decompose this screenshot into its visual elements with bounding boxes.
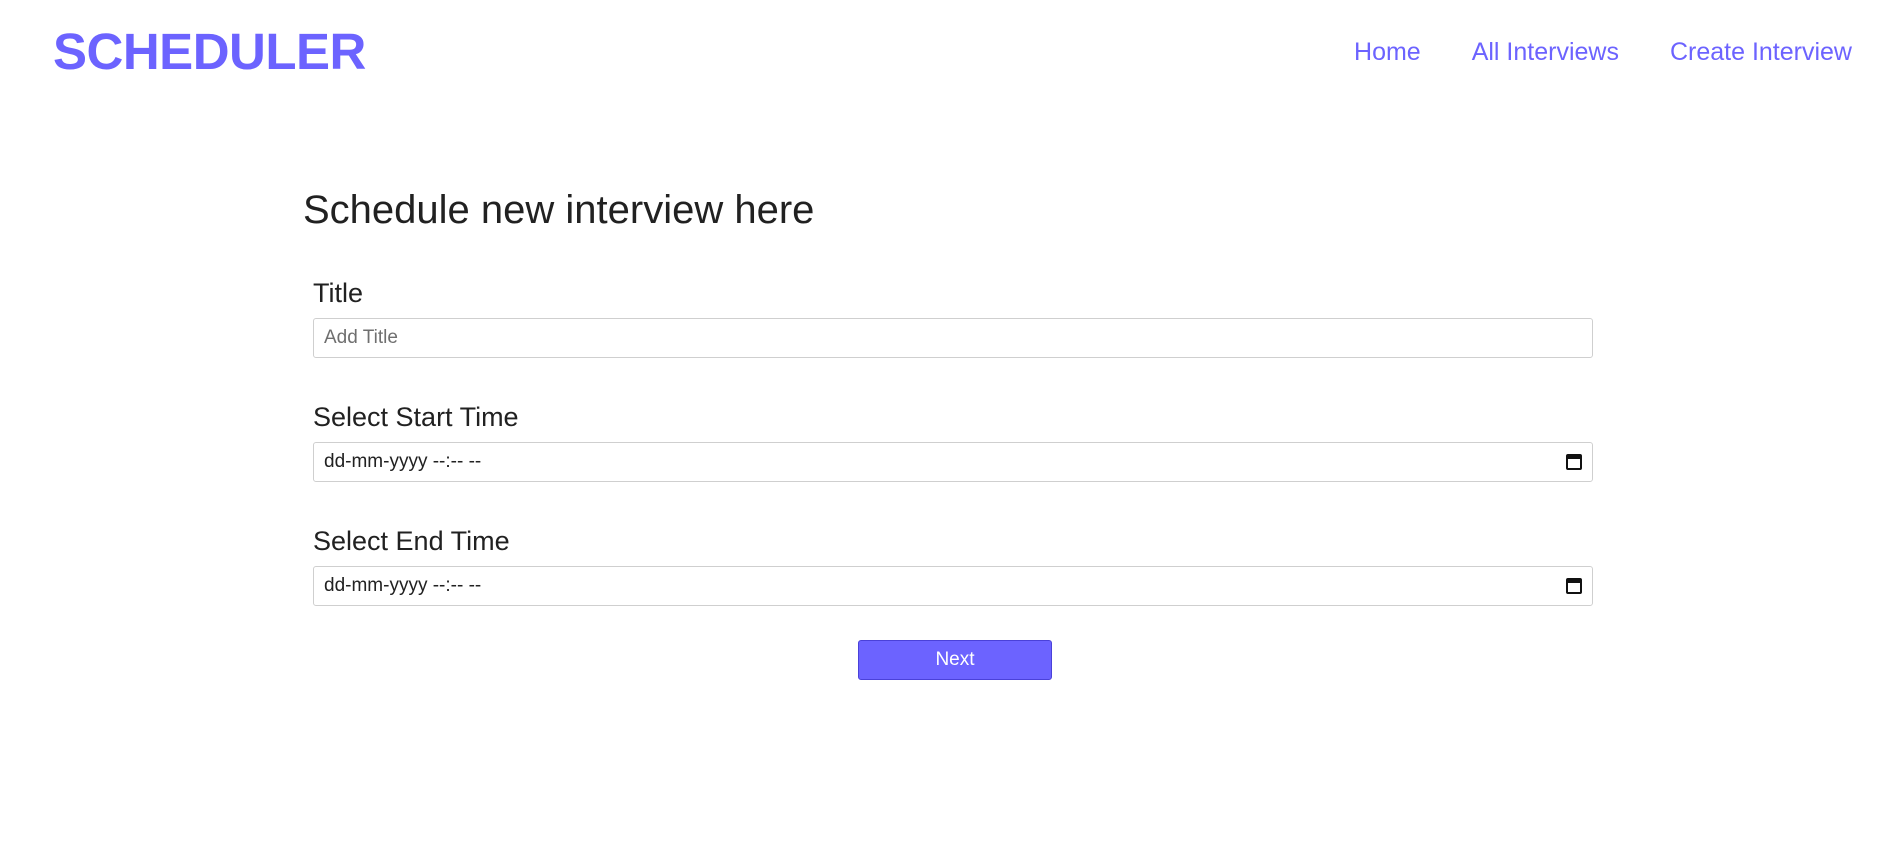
next-button[interactable]: Next	[858, 640, 1052, 680]
start-time-input[interactable]: dd-mm-yyyy --:-- --	[313, 442, 1593, 482]
navbar: SCHEDULER Home All Interviews Create Int…	[0, 0, 1899, 104]
start-time-value: dd-mm-yyyy --:-- --	[324, 451, 482, 472]
calendar-icon[interactable]	[1566, 578, 1582, 594]
title-field-group: Title	[313, 276, 1593, 358]
end-time-field-group: Select End Time dd-mm-yyyy --:-- --	[313, 524, 1593, 606]
calendar-icon[interactable]	[1566, 454, 1582, 470]
end-time-label: Select End Time	[313, 526, 510, 556]
end-time-value: dd-mm-yyyy --:-- --	[324, 575, 482, 596]
nav-link-home[interactable]: Home	[1354, 36, 1421, 68]
start-time-label: Select Start Time	[313, 402, 519, 432]
start-time-field-group: Select Start Time dd-mm-yyyy --:-- --	[313, 400, 1593, 482]
nav-link-create-interview[interactable]: Create Interview	[1670, 36, 1852, 68]
schedule-form: Schedule new interview here Title Select…	[303, 180, 1593, 680]
nav-link-all-interviews[interactable]: All Interviews	[1472, 36, 1619, 68]
end-time-input[interactable]: dd-mm-yyyy --:-- --	[313, 566, 1593, 606]
title-input[interactable]	[324, 327, 1582, 349]
title-input-box[interactable]	[313, 318, 1593, 358]
brand-logo[interactable]: SCHEDULER	[53, 22, 366, 82]
title-label: Title	[313, 278, 364, 308]
page-title: Schedule new interview here	[303, 188, 815, 232]
nav-links: Home All Interviews Create Interview	[1354, 36, 1852, 68]
